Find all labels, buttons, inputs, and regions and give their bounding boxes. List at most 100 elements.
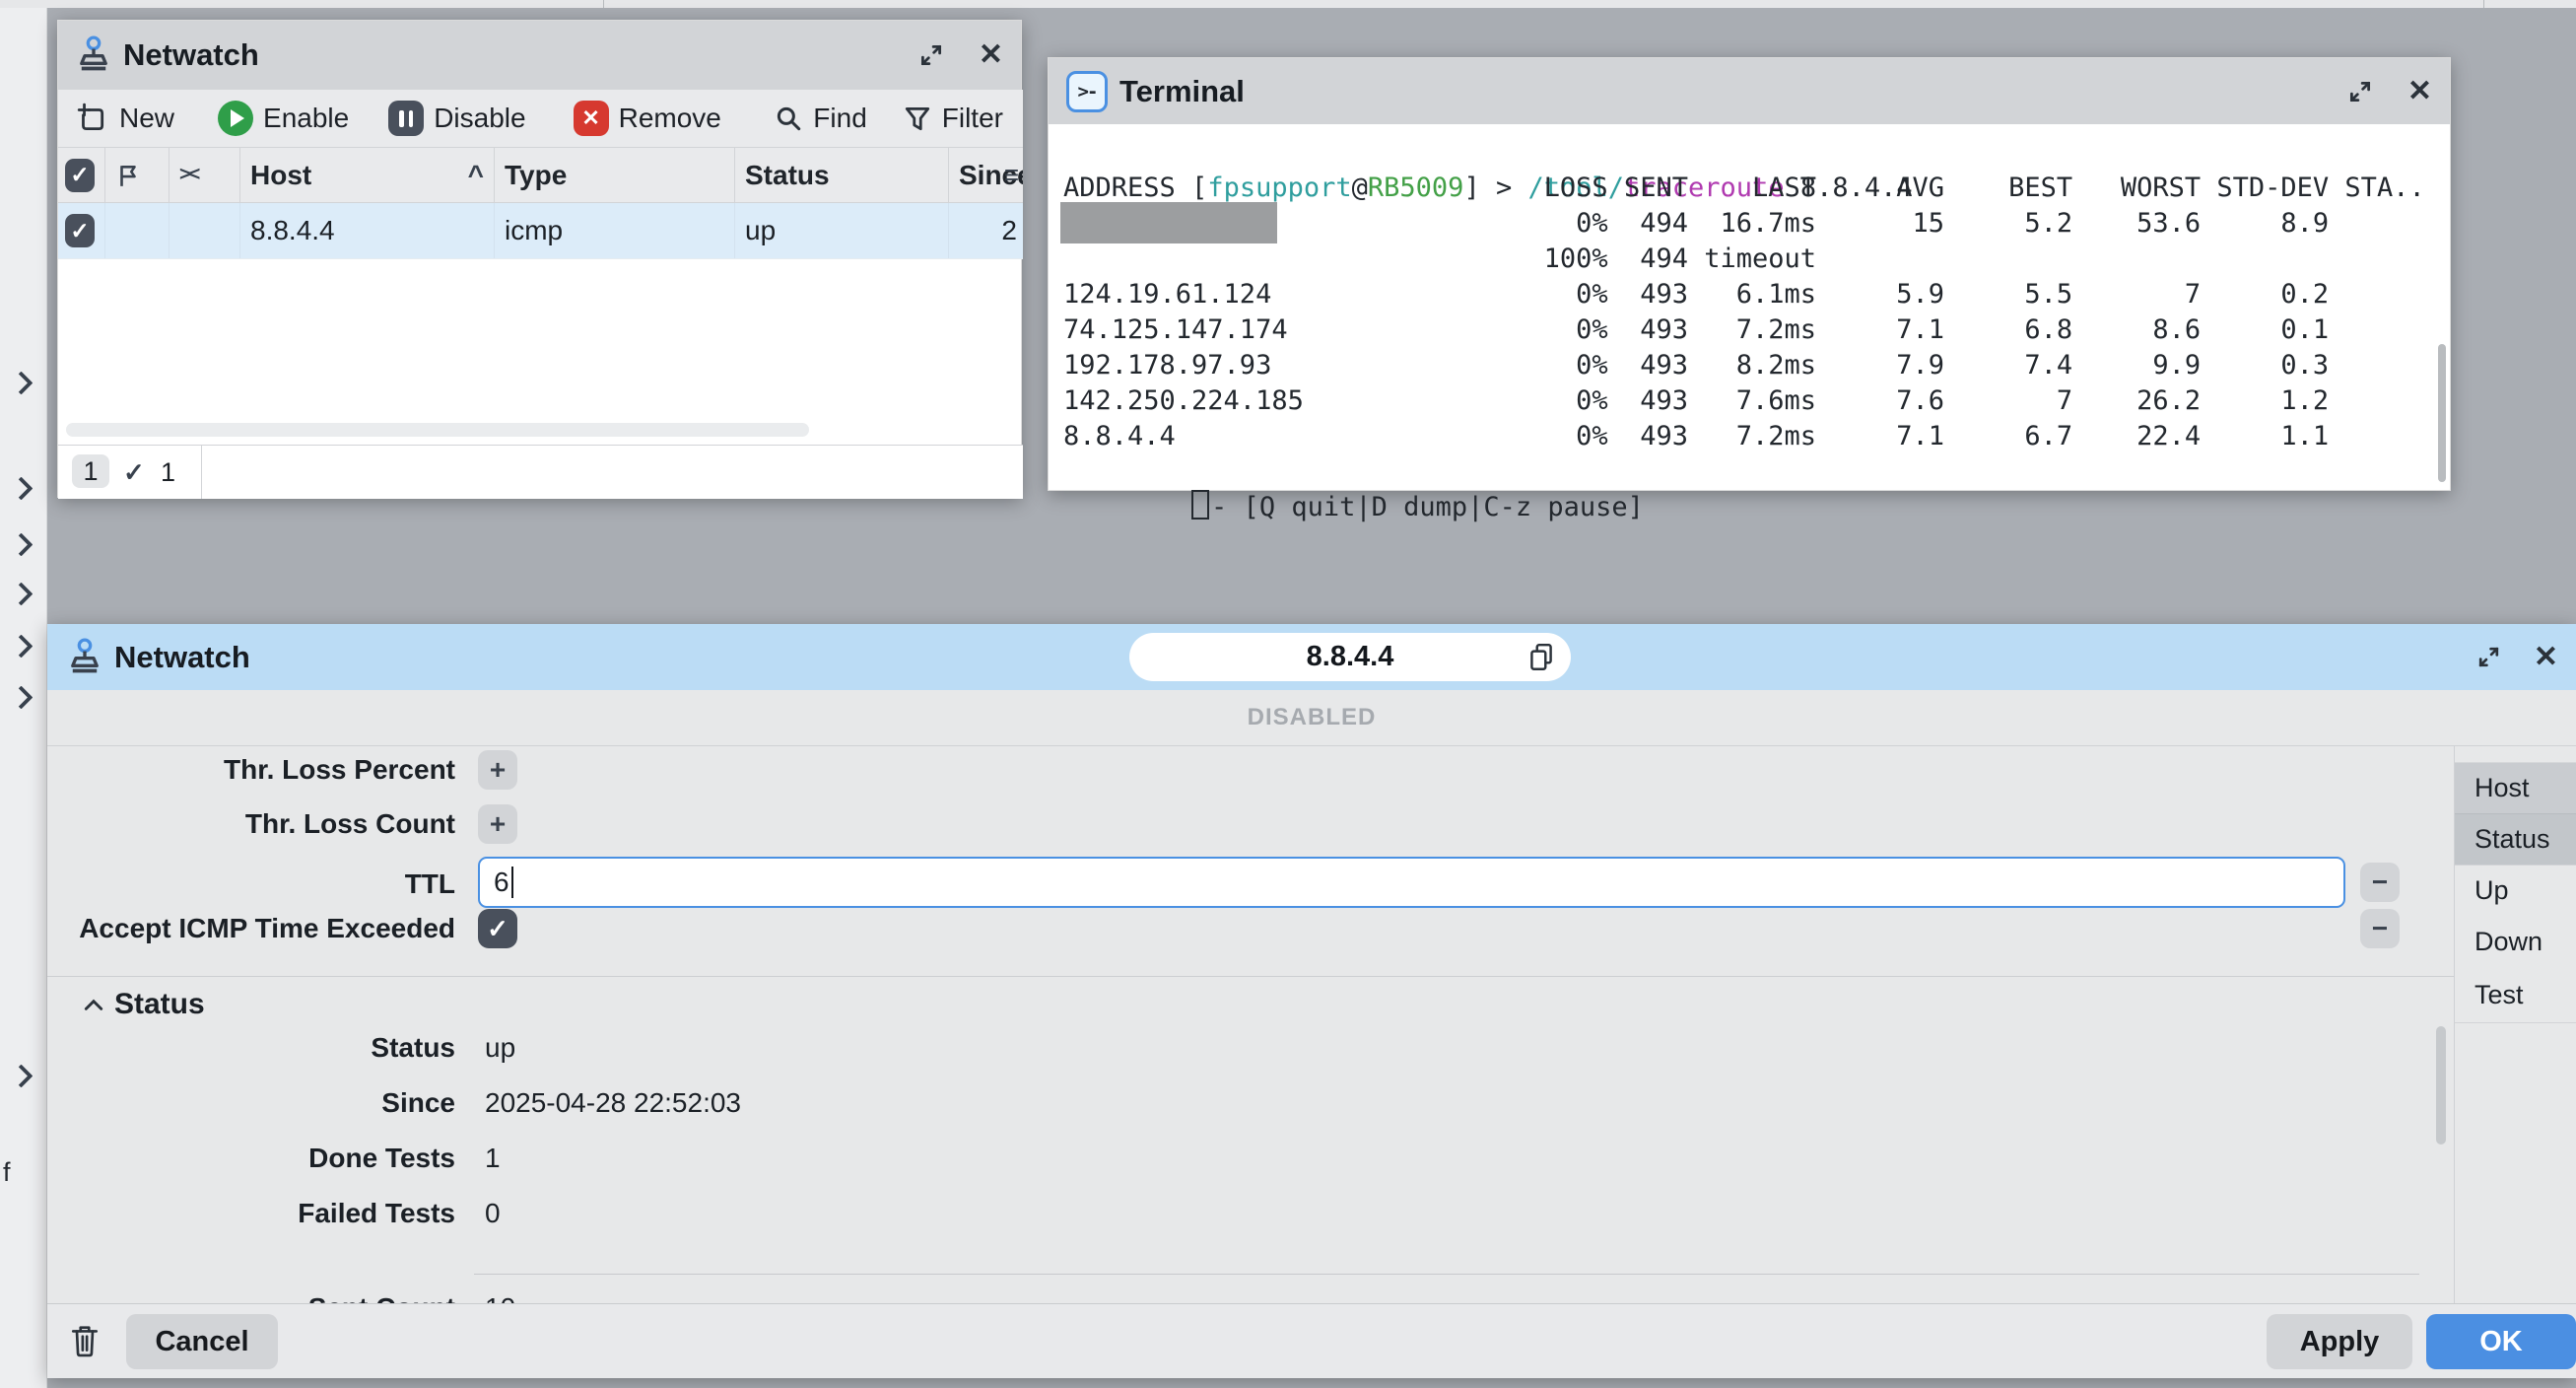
flag-icon bbox=[115, 163, 141, 188]
expand-icon[interactable] bbox=[2475, 644, 2502, 670]
ttl-label: TTL bbox=[47, 865, 455, 904]
check-icon: ✓ bbox=[123, 457, 145, 488]
terminal-titlebar[interactable]: >- Terminal ✕ bbox=[1049, 58, 2450, 124]
minus-icon: − bbox=[2372, 867, 2388, 898]
sent-count-value: 10 bbox=[485, 1288, 515, 1303]
status-column-header[interactable]: Status bbox=[735, 148, 949, 202]
vertical-scrollbar[interactable] bbox=[2436, 1026, 2446, 1145]
row-since-cell: 2 bbox=[949, 203, 1023, 258]
netwatch-list-titlebar[interactable]: Netwatch ✕ bbox=[58, 21, 1021, 90]
traceroute-row: 74.125.147.174 0% 493 7.2ms 7.1 6.8 8.6 … bbox=[1063, 312, 2438, 348]
disable-button[interactable]: Disable bbox=[388, 101, 525, 136]
window-title: Netwatch bbox=[114, 640, 250, 675]
resize-columns-header[interactable]: >< bbox=[169, 148, 240, 202]
top-strip-divider bbox=[603, 0, 604, 8]
filter-funnel-icon bbox=[903, 104, 932, 133]
row-host-cell: 8.8.4.4 bbox=[240, 203, 495, 258]
new-button[interactable]: New bbox=[74, 101, 174, 136]
checkbox-checked-icon: ✓ bbox=[65, 159, 95, 192]
accept-icmp-checkbox[interactable]: ✓ bbox=[478, 909, 517, 948]
accept-icmp-remove-button[interactable]: − bbox=[2360, 909, 2400, 948]
ttl-value: 6 bbox=[494, 867, 509, 898]
thr-loss-count-add-button[interactable]: + bbox=[478, 804, 517, 844]
detail-header[interactable]: Netwatch 8.8.4.4 ✕ bbox=[47, 624, 2576, 690]
tab-status[interactable]: Status bbox=[2455, 813, 2576, 865]
pagination-bar: 1 ✓ 1 bbox=[58, 445, 1023, 499]
new-icon bbox=[74, 101, 109, 136]
terminal-window: >- Terminal ✕ [fpsupport@RB5009] > /tool… bbox=[1048, 57, 2451, 491]
chevron-right-icon[interactable] bbox=[9, 532, 33, 556]
remove-button-label: Remove bbox=[619, 103, 721, 134]
left-rail: f bbox=[0, 8, 47, 1388]
chevron-right-icon[interactable] bbox=[9, 1064, 33, 1087]
close-icon[interactable]: ✕ bbox=[2407, 77, 2432, 106]
thr-loss-percent-label: Thr. Loss Percent bbox=[47, 750, 455, 790]
terminal-glyph: >- bbox=[1078, 81, 1097, 103]
tab-test[interactable]: Test bbox=[2455, 967, 2576, 1023]
filter-button[interactable]: Filter bbox=[903, 103, 1003, 134]
host-column-header[interactable]: Host ^ bbox=[240, 148, 495, 202]
horizontal-scrollbar[interactable] bbox=[66, 423, 809, 437]
select-all-checkbox[interactable]: ✓ bbox=[58, 148, 105, 202]
minus-icon: − bbox=[2372, 913, 2388, 944]
text-caret bbox=[511, 867, 513, 898]
terminal-icon: >- bbox=[1066, 71, 1108, 112]
page-number-chip[interactable]: 1 bbox=[72, 454, 109, 488]
sent-count-label: Sent Count bbox=[47, 1288, 455, 1303]
redacted-address-block bbox=[1060, 202, 1277, 243]
expand-icon[interactable] bbox=[2346, 78, 2374, 105]
tab-up[interactable]: Up bbox=[2455, 865, 2576, 916]
find-button[interactable]: Find bbox=[774, 103, 866, 134]
tab-down[interactable]: Down bbox=[2455, 916, 2576, 967]
terminal-output[interactable]: [fpsupport@RB5009] > /tool/traceroute 8.… bbox=[1063, 135, 2438, 490]
terminal-cursor bbox=[1191, 490, 1209, 520]
collapse-caret-icon[interactable] bbox=[83, 997, 104, 1012]
section-divider bbox=[47, 976, 2454, 977]
cancel-button[interactable]: Cancel bbox=[126, 1314, 278, 1369]
close-icon[interactable]: ✕ bbox=[2534, 643, 2558, 672]
chevron-right-icon[interactable] bbox=[9, 476, 33, 500]
thr-loss-percent-add-button[interactable]: + bbox=[478, 750, 517, 790]
copy-icon[interactable] bbox=[1527, 642, 1555, 673]
expand-icon[interactable] bbox=[917, 41, 945, 69]
host-pill-field[interactable]: 8.8.4.4 bbox=[1129, 633, 1571, 681]
remove-button[interactable]: ✕ Remove bbox=[574, 101, 721, 136]
chevron-right-icon[interactable] bbox=[9, 371, 33, 394]
section-tabs-rail: Host Status Up Down Test bbox=[2454, 746, 2576, 1303]
find-button-label: Find bbox=[813, 103, 866, 134]
netwatch-row-8844[interactable]: ✓ 8.8.4.4 icmp up 2 bbox=[58, 203, 1023, 259]
desktop: f Netwatch ✕ bbox=[0, 0, 2576, 1388]
chevron-right-icon[interactable] bbox=[9, 582, 33, 605]
enable-button[interactable]: Enable bbox=[218, 101, 349, 136]
column-menu-icon[interactable]: ≡ bbox=[1004, 160, 1019, 190]
row-flag-cell bbox=[105, 203, 169, 258]
failed-tests-label: Failed Tests bbox=[47, 1194, 455, 1233]
apply-button[interactable]: Apply bbox=[2267, 1314, 2412, 1369]
type-column-header[interactable]: Type bbox=[495, 148, 735, 202]
flag-column-header[interactable] bbox=[105, 148, 169, 202]
detail-form: Thr. Loss Percent + Thr. Loss Count + TT… bbox=[47, 745, 2576, 1303]
since-column-header[interactable]: Since ≡ bbox=[949, 148, 1023, 202]
tab-host[interactable]: Host bbox=[2455, 762, 2576, 813]
ttl-remove-button[interactable]: − bbox=[2360, 863, 2400, 902]
status-section-heading[interactable]: Status bbox=[114, 985, 205, 1024]
close-icon[interactable]: ✕ bbox=[979, 40, 1003, 70]
detail-footer: Cancel Apply OK bbox=[47, 1303, 2576, 1378]
trash-icon[interactable] bbox=[69, 1322, 101, 1359]
ttl-input[interactable]: 6 bbox=[478, 857, 2345, 908]
disable-pause-icon bbox=[388, 101, 424, 136]
disable-button-label: Disable bbox=[434, 103, 525, 134]
traceroute-row: 124.19.61.124 0% 493 6.1ms 5.9 5.5 7 0.2 bbox=[1063, 277, 2438, 312]
total-pages-label: 1 bbox=[161, 457, 175, 488]
done-tests-value: 1 bbox=[485, 1139, 501, 1178]
top-strip-divider bbox=[2483, 0, 2484, 8]
host-column-label: Host bbox=[250, 160, 311, 191]
row-checkbox[interactable]: ✓ bbox=[58, 203, 105, 258]
vertical-scrollbar[interactable] bbox=[2438, 344, 2446, 482]
chevron-right-icon[interactable] bbox=[9, 634, 33, 658]
ok-button[interactable]: OK bbox=[2426, 1314, 2576, 1369]
netwatch-stamp-icon bbox=[76, 37, 111, 73]
chevron-right-icon[interactable] bbox=[9, 685, 33, 709]
checkbox-checked-icon: ✓ bbox=[65, 214, 95, 247]
since-value: 2025-04-28 22:52:03 bbox=[485, 1083, 741, 1123]
